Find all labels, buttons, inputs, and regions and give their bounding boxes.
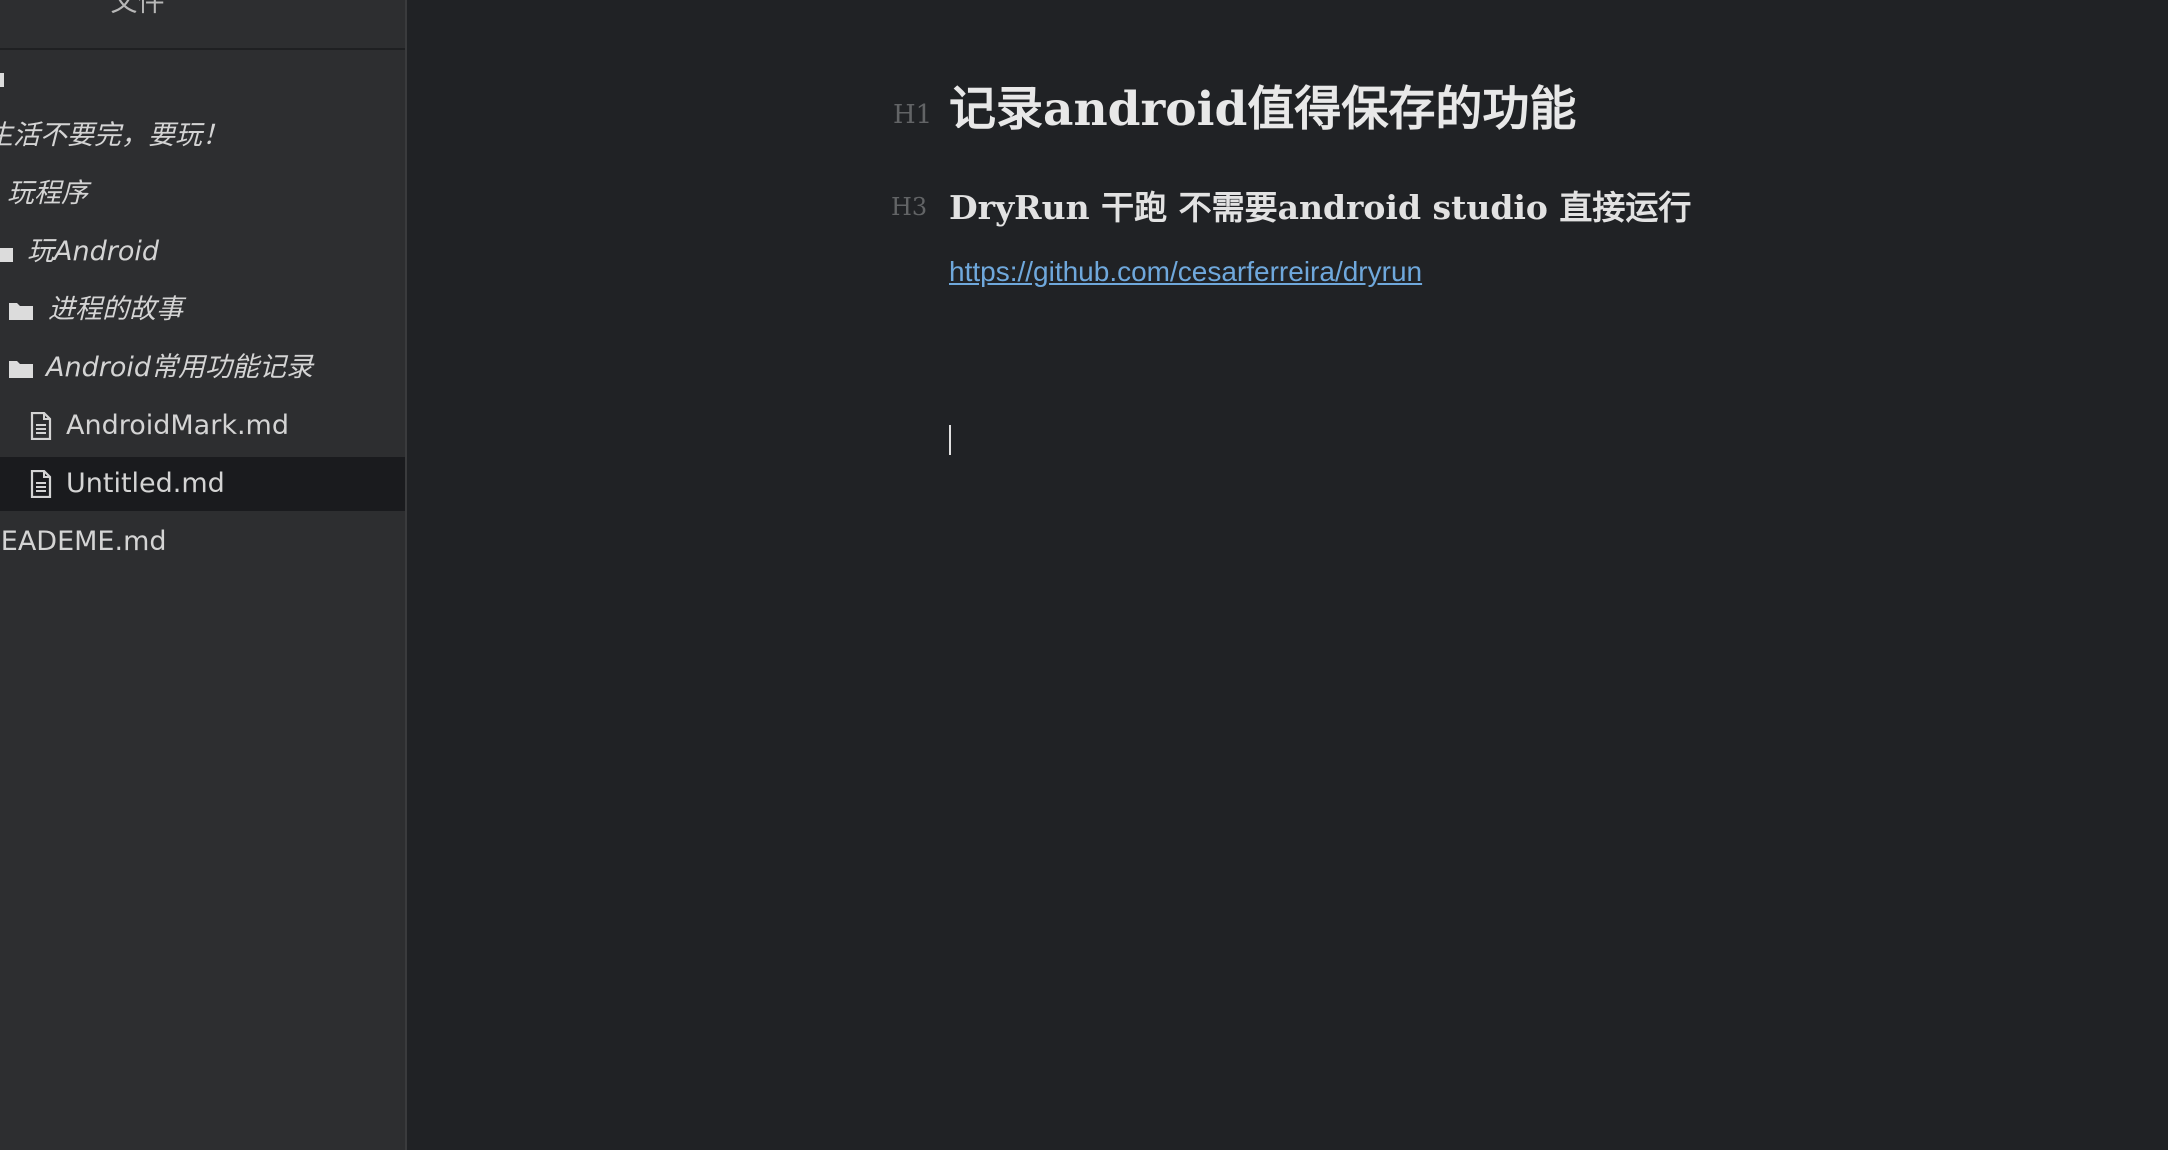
tree-item-label: Android常用功能记录 [46,352,313,383]
tree-item-label: 进程的故事 [48,294,183,325]
tree-item-label [0,50,4,104]
file-icon [30,412,52,440]
tree-item-folder[interactable]: 玩Android [0,225,405,279]
document-subheading[interactable]: DryRun 干跑 不需要android studio 直接运行 [949,184,1691,232]
tree-item-label: Untitled.md [66,468,225,499]
file-sidebar: 文件 生活不要完，要玩！ 玩程序 玩Android 进程的故事 Android常… [0,0,407,1150]
document-title[interactable]: 记录android值得保存的功能 [949,74,1576,146]
tree-item-label: AndroidMark.md [66,410,289,441]
markdown-editor[interactable]: H1 记录android值得保存的功能 H3 DryRun 干跑 不需要andr… [407,0,2168,1150]
folder-icon [9,303,33,320]
tree-item-folder[interactable]: 生活不要完，要玩！ [0,109,405,163]
tree-item-root-folder[interactable] [0,50,405,104]
tree-item-label: 玩程序 [7,178,88,209]
h1-marker: H1 [893,100,933,130]
text-cursor [949,425,951,455]
tree-item-label: 玩Android [27,236,159,267]
tree-item-folder[interactable]: 进程的故事 [0,283,405,337]
sidebar-title: 文件 [110,0,165,18]
folder-icon [9,361,33,378]
h3-marker: H3 [891,193,928,221]
tree-item-file[interactable]: READEME.md [0,515,405,569]
tree-item-file-selected[interactable]: Untitled.md [0,457,405,511]
github-link[interactable]: https://github.com/cesarferreira/dryrun [949,254,1422,290]
file-icon [30,470,52,498]
folder-icon [0,72,4,87]
tree-item-label: 生活不要完，要玩！ [0,120,229,151]
tree-item-folder[interactable]: 玩程序 [0,167,405,221]
tree-item-label: READEME.md [0,526,167,557]
folder-icon [0,248,13,262]
tree-item-file[interactable]: AndroidMark.md [0,399,405,453]
app-window: 文件 生活不要完，要玩！ 玩程序 玩Android 进程的故事 Android常… [0,0,2168,1150]
sidebar-header: 文件 [0,0,405,50]
tree-item-folder[interactable]: Android常用功能记录 [0,341,405,395]
